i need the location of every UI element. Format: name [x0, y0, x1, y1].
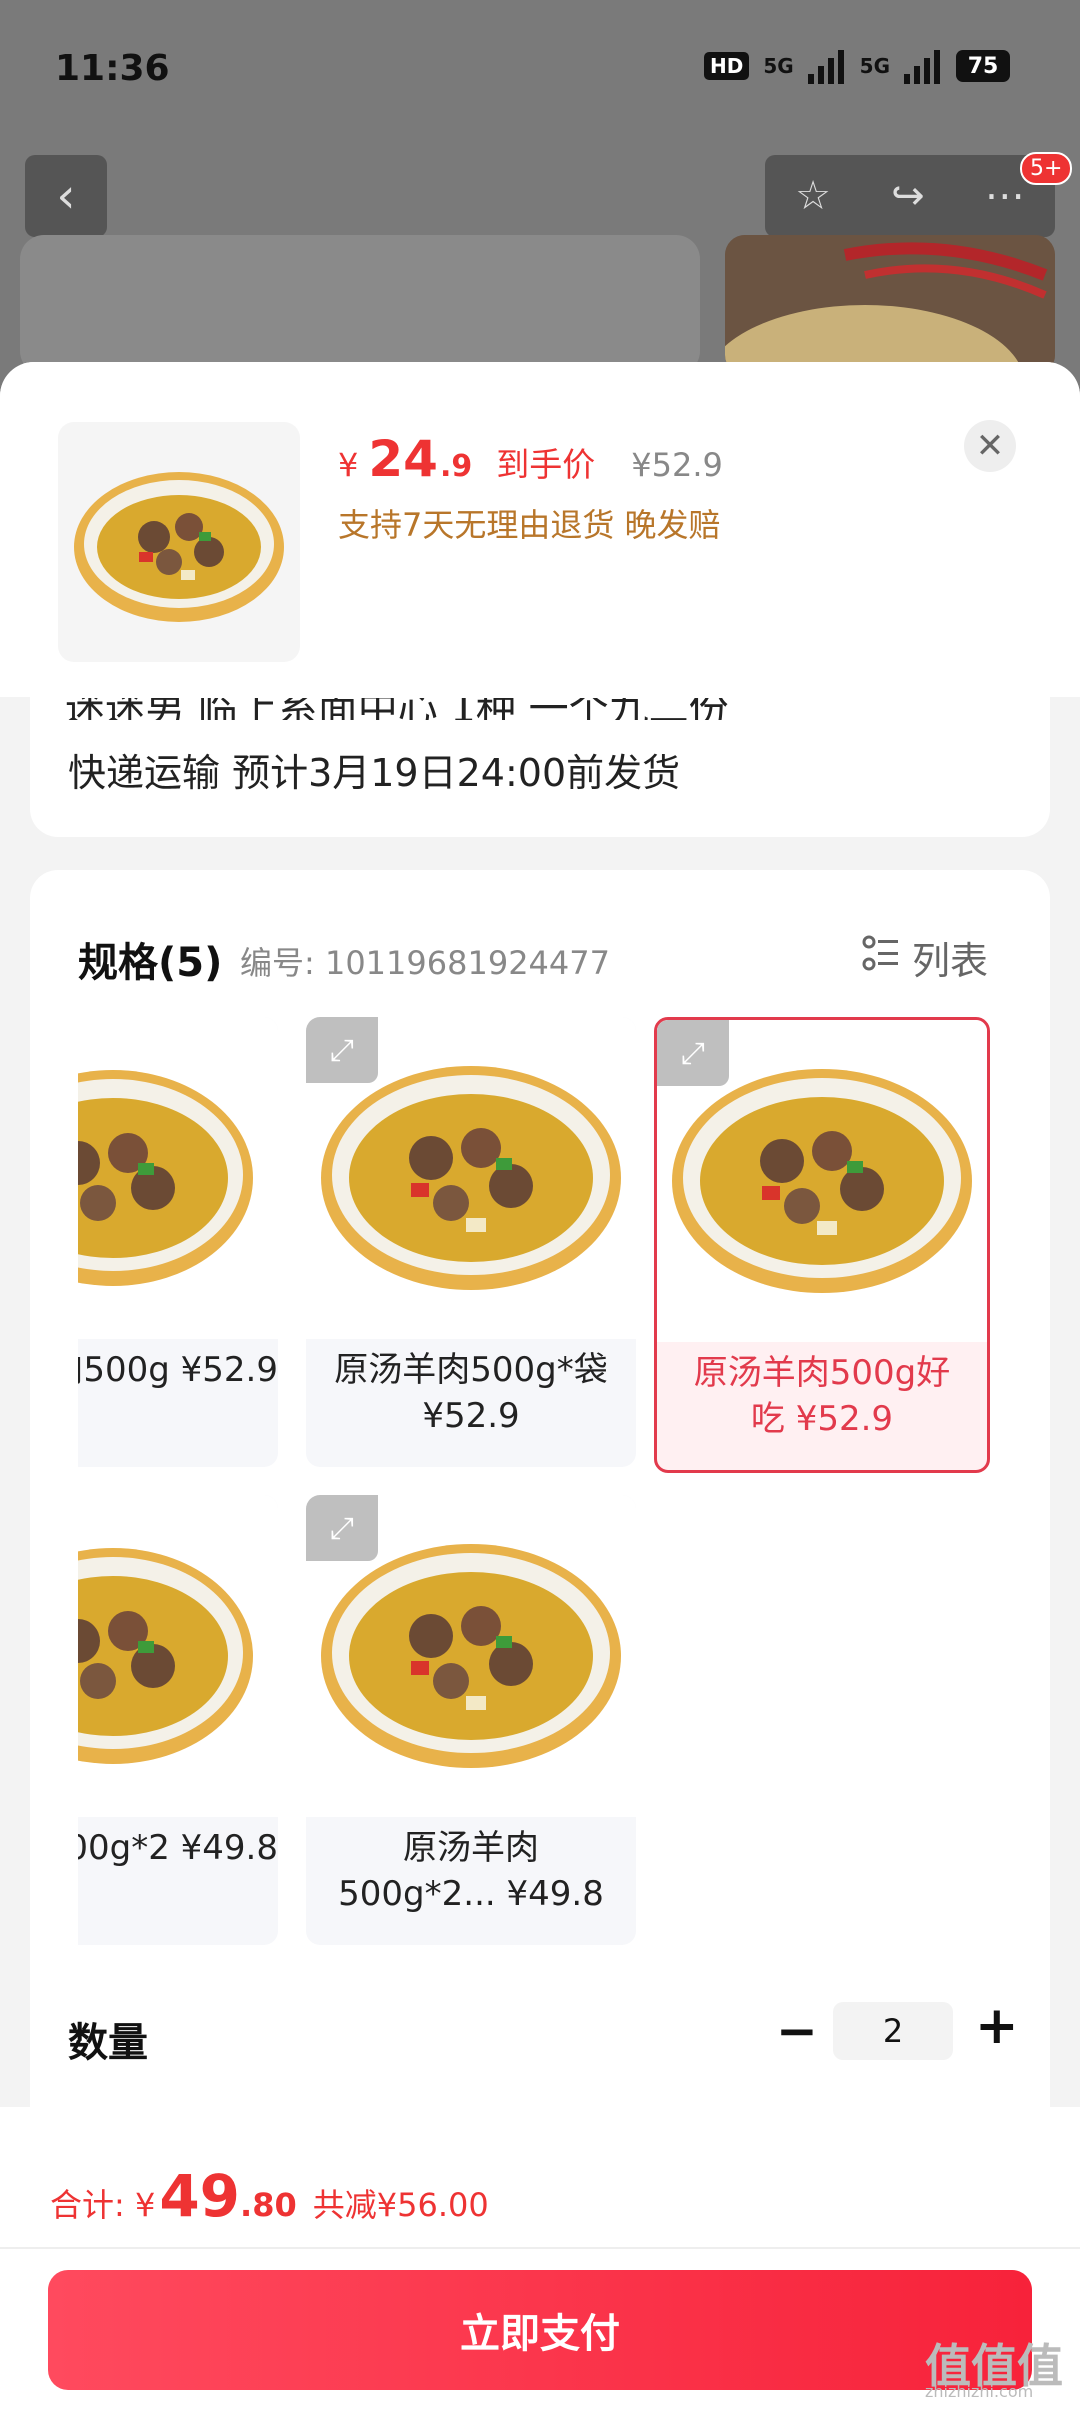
hand-price-label: 到手价: [496, 445, 596, 484]
spec-option-label: 原汤羊肉500g*2... ¥49.8: [338, 1828, 604, 1914]
pay-now-button[interactable]: 立即支付: [48, 2270, 1032, 2390]
status-time: 11:36: [55, 48, 170, 89]
background-product-image: [725, 235, 1055, 375]
shipping-cut-line: 迷迷男 临上系面中心 1种 一个九二份: [65, 698, 865, 720]
battery-icon: 75: [956, 50, 1010, 82]
favorite-icon[interactable]: ☆: [795, 173, 831, 219]
network-label-2: 5G: [859, 54, 890, 78]
total-decimal: .80: [240, 2186, 297, 2224]
checkout-footer: 合计: ¥ 49 .80 共减¥56.00 立即支付: [0, 2107, 1080, 2412]
action-bar: ☆ ↪ ⋯: [765, 155, 1055, 237]
more-icon[interactable]: ⋯: [985, 173, 1025, 219]
list-icon: [862, 934, 900, 981]
currency-symbol: ¥: [338, 446, 359, 484]
total-label: 合计: ¥: [50, 2186, 156, 2224]
sku-bottom-sheet: ¥ 24 .9 到手价 ¥52.9 支持7天无理由退货 晚发赔 ✕ 迷迷男 临上…: [0, 362, 1080, 2412]
close-icon: ✕: [975, 426, 1005, 466]
spec-title: 规格(5): [78, 940, 223, 986]
spec-option-label: 羊肉500g ¥52.9: [78, 1350, 278, 1390]
quantity-minus-button[interactable]: −: [776, 2002, 818, 2060]
back-button[interactable]: ‹: [25, 155, 107, 237]
watermark-url: zhizhizhi.com: [925, 2382, 1034, 2401]
share-icon[interactable]: ↪: [891, 173, 925, 219]
spec-option-label: 原汤羊肉500g好吃 ¥52.9: [693, 1353, 951, 1439]
quantity-plus-button[interactable]: +: [975, 1996, 1019, 2056]
image-overlay-text: 好好66889: [405, 1496, 592, 1537]
expand-icon[interactable]: ⤢: [306, 1495, 378, 1561]
quantity-label: 数量: [68, 2020, 148, 2066]
notification-badge: 5+: [1020, 152, 1073, 185]
spec-option-4[interactable]: 羊肉500g*2 ¥49.8: [78, 1495, 278, 1945]
shipping-info: 快递运输 预计3月19日24:00前发货: [68, 751, 681, 795]
expand-icon[interactable]: ⤢: [306, 1017, 378, 1083]
expand-icon[interactable]: ⤢: [657, 1020, 729, 1086]
spec-code: 编号: 10119681924477: [240, 944, 610, 982]
price-row: ¥ 24 .9 到手价 ¥52.9: [338, 430, 723, 488]
spec-option-label: 羊肉500g*2 ¥49.8: [78, 1828, 278, 1868]
status-bar: 11:36 HD 5G 5G 75: [0, 0, 1080, 140]
total-integer: 49: [159, 2162, 241, 2230]
spec-option-image: [78, 1017, 278, 1339]
close-button[interactable]: ✕: [964, 420, 1016, 472]
original-price: ¥52.9: [631, 446, 723, 484]
signal-icon-2: [904, 48, 942, 84]
product-thumbnail[interactable]: [58, 422, 300, 662]
spec-option-5[interactable]: ⤢ 原汤羊肉500g*2... ¥49.8: [306, 1495, 636, 1945]
spec-option-3-selected[interactable]: ⤢ 原汤羊肉500g好吃 ¥52.9: [654, 1017, 990, 1473]
total-price: 合计: ¥ 49 .80 共减¥56.00: [50, 2162, 489, 2230]
price-decimal: .9: [439, 449, 473, 484]
quantity-input[interactable]: 2: [833, 2002, 953, 2060]
background-card: [20, 235, 700, 375]
network-label-1: 5G: [763, 54, 794, 78]
spec-option-image: [78, 1495, 278, 1817]
footer-divider: [0, 2247, 1080, 2249]
price-integer: 24: [368, 430, 438, 488]
spec-option-1[interactable]: 羊肉500g ¥52.9: [78, 1017, 278, 1467]
spec-option-2[interactable]: ⤢ 原汤羊肉500g*袋 ¥52.9: [306, 1017, 636, 1467]
discount-text: 共减¥56.00: [312, 2186, 489, 2224]
list-view-label: 列表: [912, 939, 989, 983]
status-icons: HD 5G 5G 75: [703, 48, 1010, 84]
service-guarantee: 支持7天无理由退货 晚发赔: [338, 506, 721, 544]
spec-option-label: 原汤羊肉500g*袋 ¥52.9: [334, 1350, 608, 1436]
shipping-cut-text: 迷迷男 临上系面中心 1种 一个九二份: [65, 698, 865, 720]
signal-icon: [807, 48, 846, 84]
list-view-button[interactable]: 列表: [862, 930, 988, 985]
hd-indicator: HD: [703, 52, 750, 80]
